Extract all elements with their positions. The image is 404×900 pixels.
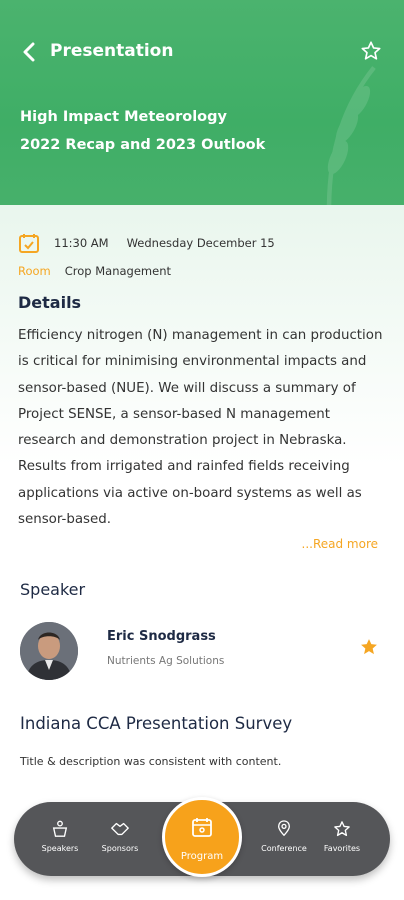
- speaker-organization: Nutrients Ag Solutions: [107, 655, 225, 667]
- nav-sponsors-label: Sponsors: [101, 844, 139, 853]
- nav-sponsors[interactable]: Sponsors: [90, 820, 150, 853]
- nav-speakers[interactable]: Speakers: [30, 820, 90, 853]
- location-pin-icon: [277, 820, 291, 837]
- person-photo-icon: [20, 622, 78, 680]
- calendar-icon: [192, 818, 212, 837]
- chevron-left-icon: [23, 42, 35, 62]
- nav-program[interactable]: Program: [162, 797, 242, 877]
- read-more-link[interactable]: ...Read more: [302, 537, 379, 551]
- nav-favorites-label: Favorites: [323, 844, 361, 853]
- nav-conference-label: Conference: [261, 844, 307, 853]
- room-value: Crop Management: [64, 264, 172, 278]
- session-date: Wednesday December 15: [126, 236, 275, 250]
- speaker-heading: Speaker: [20, 580, 86, 599]
- handshake-icon: [111, 822, 129, 836]
- star-outline-icon: [361, 41, 381, 60]
- details-heading: Details: [18, 293, 82, 312]
- survey-heading: Indiana CCA Presentation Survey: [20, 714, 293, 733]
- speaker-name[interactable]: Eric Snodgrass: [107, 629, 216, 644]
- session-time: 11:30 AM: [54, 236, 109, 250]
- favorite-button[interactable]: [360, 40, 384, 64]
- star-filled-icon: [361, 639, 377, 655]
- speaker-favorite-button[interactable]: [359, 637, 379, 657]
- survey-question: Title & description was consistent with …: [20, 755, 282, 768]
- header: Presentation High Impact Meteorology 202…: [0, 0, 404, 205]
- page-title: Presentation: [50, 41, 174, 61]
- nav-speakers-label: Speakers: [41, 844, 79, 853]
- details-body: Efficiency nitrogen (N) management in ca…: [18, 328, 383, 528]
- calendar-icon: [19, 234, 39, 253]
- speaker-avatar[interactable]: [20, 622, 78, 680]
- nav-program-label: Program: [180, 851, 224, 862]
- room-label: Room: [18, 264, 51, 278]
- schedule-row: 11:30 AM Wednesday December 15: [18, 232, 275, 254]
- presentation-title: High Impact Meteorology 2022 Recap and 2…: [20, 109, 266, 153]
- speaker-podium-icon: [52, 820, 68, 837]
- room-row: Room Crop Management: [18, 264, 171, 278]
- star-outline-icon: [334, 821, 350, 837]
- back-button[interactable]: [22, 40, 46, 64]
- nav-conference[interactable]: Conference: [254, 820, 314, 853]
- nav-favorites[interactable]: Favorites: [312, 820, 372, 853]
